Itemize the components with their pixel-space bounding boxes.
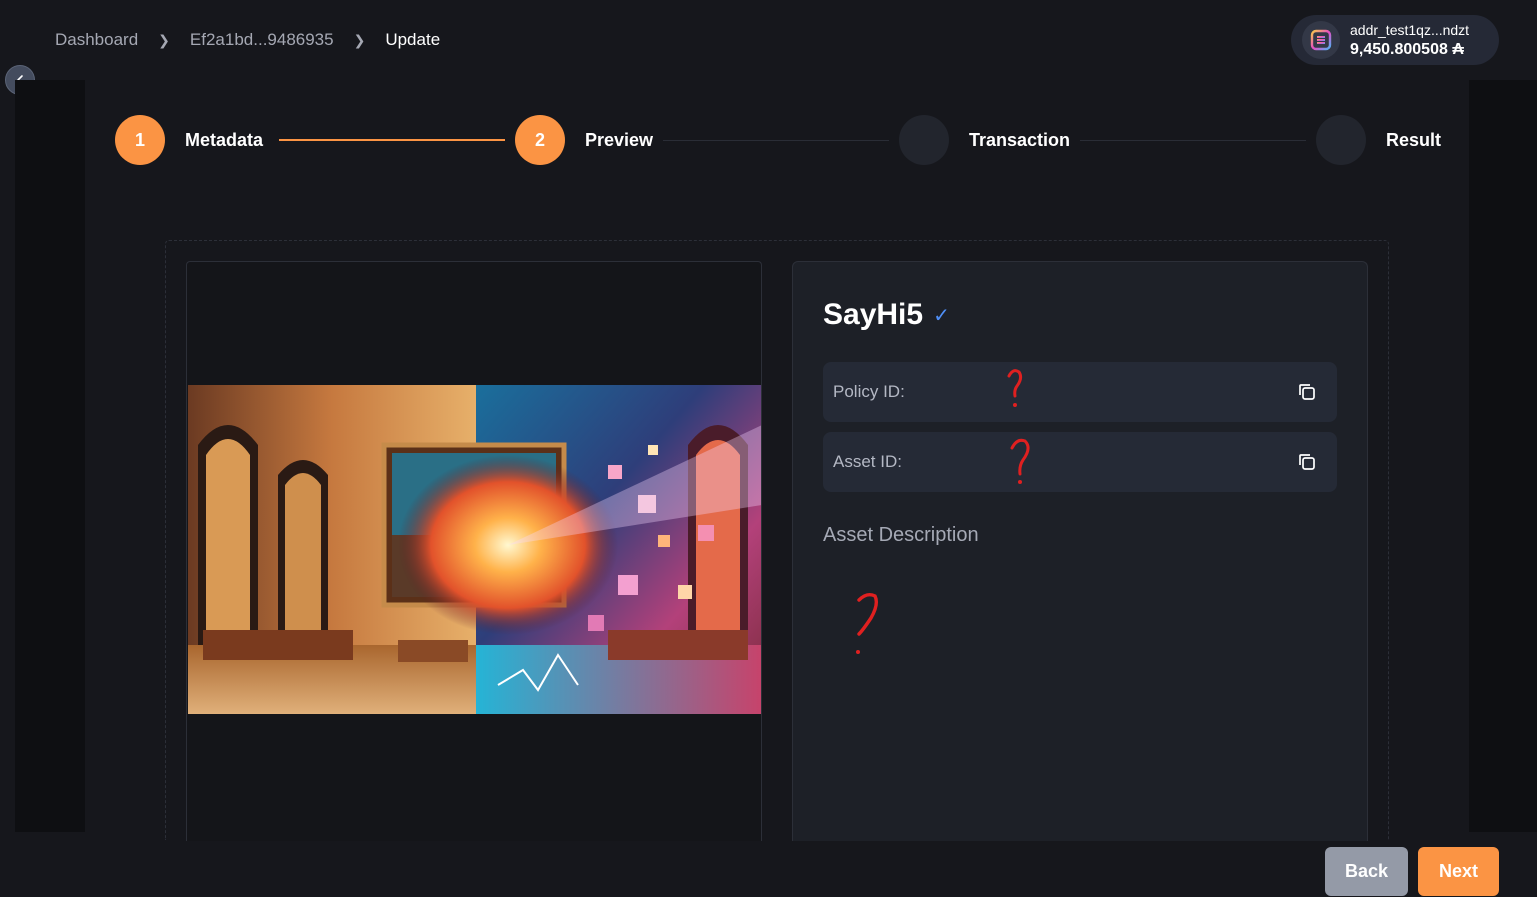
left-gutter xyxy=(15,80,85,832)
chevron-right-icon: ❯ xyxy=(353,31,366,48)
breadcrumb-dashboard[interactable]: Dashboard xyxy=(55,30,138,50)
chevron-right-icon: ❯ xyxy=(158,31,170,48)
wallet-button[interactable]: addr_test1qz...ndzt 9,450.800508 ₳ xyxy=(1291,15,1499,65)
question-mark-annotation-icon xyxy=(856,592,879,654)
question-mark-annotation-icon xyxy=(1007,369,1023,407)
wallet-balance: 9,450.800508 ₳ xyxy=(1350,41,1464,58)
step-1-label: Metadata xyxy=(185,130,264,150)
asset-id-label: Asset ID: xyxy=(833,452,902,471)
asset-id-field: Asset ID: xyxy=(823,432,1337,492)
step-connector xyxy=(1080,140,1306,141)
right-gutter xyxy=(1469,80,1537,832)
back-button[interactable]: Back xyxy=(1325,847,1408,896)
asset-title: SayHi5 ✓ xyxy=(823,298,950,332)
policy-id-field: Policy ID: xyxy=(823,362,1337,422)
wallet-address: addr_test1qz...ndzt xyxy=(1350,22,1470,38)
wallet-logo-icon xyxy=(1302,21,1340,59)
step-4-label: Result xyxy=(1386,130,1442,150)
next-button[interactable]: Next xyxy=(1418,847,1499,896)
step-3-indicator xyxy=(899,115,949,165)
asset-description-label: Asset Description xyxy=(823,524,979,546)
step-1-indicator: 1 xyxy=(115,115,165,165)
asset-image-card xyxy=(186,261,762,841)
copy-icon[interactable] xyxy=(1297,452,1317,472)
step-connector xyxy=(663,140,889,141)
policy-id-label: Policy ID: xyxy=(833,382,905,401)
breadcrumb-current: Update xyxy=(385,30,441,49)
breadcrumb-asset[interactable]: Ef2a1bd...9486935 xyxy=(190,30,334,50)
step-2-indicator: 2 xyxy=(515,115,565,165)
asset-info-card: SayHi5 ✓ Policy ID: Asset ID: Asset Desc… xyxy=(792,261,1368,841)
verified-check-icon: ✓ xyxy=(933,304,950,327)
step-4-indicator xyxy=(1316,115,1366,165)
asset-name: SayHi5 xyxy=(823,298,924,331)
step-connector xyxy=(279,139,505,141)
step-3-label: Transaction xyxy=(969,130,1071,150)
asset-image xyxy=(188,385,761,714)
breadcrumb: Dashboard ❯ Ef2a1bd...9486935 ❯ Update xyxy=(55,30,440,50)
step-2-label: Preview xyxy=(585,130,654,150)
question-mark-annotation-icon xyxy=(1010,438,1030,484)
copy-icon[interactable] xyxy=(1297,382,1317,402)
